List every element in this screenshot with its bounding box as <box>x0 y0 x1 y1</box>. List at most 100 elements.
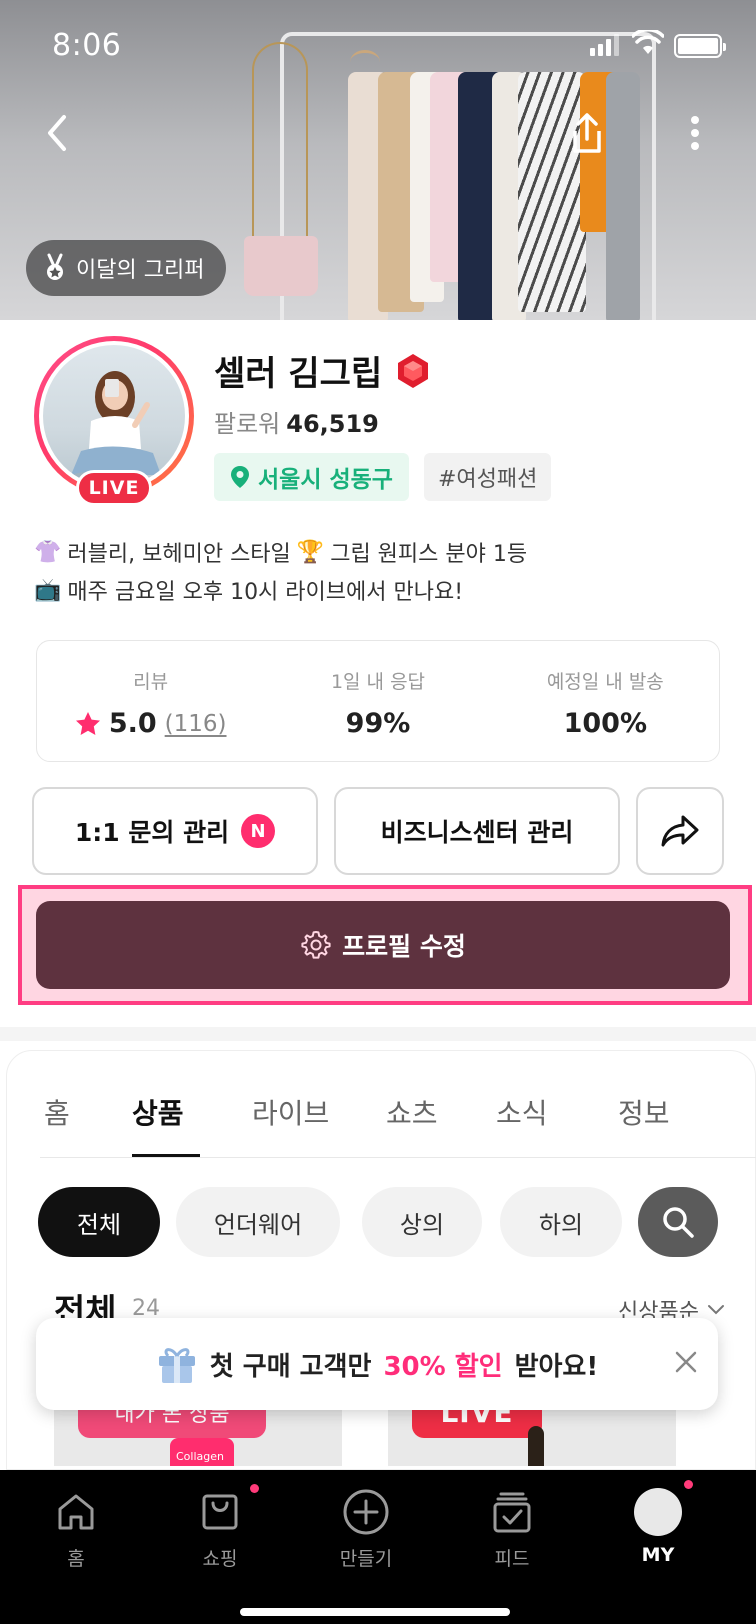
status-bar: 8:06 <box>0 0 756 90</box>
more-vertical-icon <box>691 116 699 150</box>
nav-create-label: 만들기 <box>339 1548 393 1570</box>
tab-home[interactable]: 홈 <box>44 1092 70 1132</box>
shopping-bag-icon <box>202 1494 238 1530</box>
share-upload-button[interactable] <box>562 108 612 158</box>
nav-my[interactable]: MY <box>608 1484 708 1566</box>
filter-tops[interactable]: 상의 <box>362 1187 482 1257</box>
new-badge: N <box>241 814 276 848</box>
business-center-label: 비즈니스센터 관리 <box>380 818 574 847</box>
tab-shorts[interactable]: 쇼츠 <box>386 1092 438 1132</box>
active-tab-indicator <box>132 1154 200 1157</box>
profile-tabs: 홈 상품 라이브 쇼츠 소식 정보 <box>40 1080 756 1158</box>
filter-underwear[interactable]: 언더웨어 <box>176 1187 340 1257</box>
medal-icon <box>47 253 63 280</box>
tv-emoji: 📺 <box>34 577 62 603</box>
inquiry-manage-label: 1:1 문의 관리 <box>74 818 230 847</box>
seller-stats-card: 리뷰 5.0 (116) 1일 내 응답 99% 예정일 내 발송 100% <box>36 640 720 762</box>
product-search-button[interactable] <box>638 1187 718 1257</box>
follower-count[interactable]: 팔로워 46,519 <box>214 404 379 439</box>
status-time: 8:06 <box>52 28 122 63</box>
toast-suffix: 받아요! <box>514 1351 599 1382</box>
product-image-text: Collagen <box>176 1450 224 1463</box>
tab-info[interactable]: 정보 <box>618 1092 670 1132</box>
monthly-gripper-badge[interactable]: 이달의 그리퍼 <box>26 240 227 296</box>
followers-label: 팔로워 <box>214 410 281 438</box>
product-image: Collagen <box>170 1438 234 1466</box>
ruby-grade-icon <box>398 353 429 388</box>
business-center-button[interactable]: 비즈니스센터 관리 <box>334 787 620 875</box>
followers-value: 46,519 <box>286 410 379 438</box>
stat-response-label: 1일 내 응답 <box>330 671 426 693</box>
filter-bottoms[interactable]: 하의 <box>500 1187 622 1257</box>
nav-home-label: 홈 <box>67 1548 85 1570</box>
plus-circle-icon <box>343 1489 389 1535</box>
filter-all[interactable]: 전체 <box>38 1187 160 1257</box>
more-button[interactable] <box>670 108 720 158</box>
stat-response: 1일 내 응답 99% <box>264 641 491 761</box>
bio-line-2: 📺 매주 금요일 오후 10시 라이브에서 만나요! <box>34 574 734 606</box>
tab-products[interactable]: 상품 <box>132 1092 184 1132</box>
edit-profile-highlight: 프로필 수정 <box>18 885 752 1005</box>
toast-close-button[interactable] <box>666 1342 706 1382</box>
search-icon <box>663 1207 694 1238</box>
shirt-emoji: 👚 <box>34 539 62 565</box>
signal-icon <box>590 34 620 56</box>
stat-review-label: 리뷰 <box>133 671 169 693</box>
back-button[interactable] <box>32 108 82 158</box>
trophy-emoji: 🏆 <box>296 539 325 565</box>
location-chip[interactable]: 서울시 성동구 <box>214 453 409 501</box>
nav-create[interactable]: 만들기 <box>316 1484 416 1571</box>
wifi-icon <box>632 30 664 54</box>
tab-news[interactable]: 소식 <box>496 1092 548 1132</box>
handbag-image <box>244 236 318 296</box>
toast-prefix: 첫 구매 고객만 <box>209 1351 372 1382</box>
inquiry-manage-button[interactable]: 1:1 문의 관리 N <box>32 787 318 875</box>
share-icon <box>573 113 601 153</box>
avatar-photo <box>43 345 185 487</box>
edit-profile-button[interactable]: 프로필 수정 <box>36 901 730 989</box>
bottom-navigation: 홈 쇼핑 만들기 피드 MY <box>0 1470 756 1624</box>
nav-feed[interactable]: 피드 <box>462 1484 562 1571</box>
seller-name-row: 셀러 김그립 <box>214 346 430 395</box>
bio-text-3: 매주 금요일 오후 10시 라이브에서 만나요! <box>67 580 464 605</box>
battery-icon <box>674 34 726 58</box>
live-badge[interactable]: LIVE <box>76 470 152 506</box>
stat-shipping-value: 100% <box>563 708 648 739</box>
stat-shipping: 예정일 내 발송 100% <box>492 641 719 761</box>
tab-live[interactable]: 라이브 <box>252 1092 329 1132</box>
forward-arrow-icon <box>661 815 699 847</box>
feed-icon <box>493 1492 531 1533</box>
chevron-left-icon <box>48 115 66 151</box>
seller-name: 셀러 김그립 <box>214 354 383 394</box>
stat-review-count-link[interactable]: (116) <box>165 711 227 737</box>
product-image <box>528 1426 544 1466</box>
bio-text-2: 그립 원피스 분야 1등 <box>330 542 528 567</box>
close-icon <box>675 1351 697 1373</box>
nav-shopping[interactable]: 쇼핑 <box>170 1484 270 1571</box>
nav-home[interactable]: 홈 <box>26 1484 126 1571</box>
bio-text-1: 러블리, 보헤미안 스타일 <box>67 542 291 567</box>
home-indicator <box>240 1608 510 1616</box>
first-purchase-toast[interactable]: 첫 구매 고객만 30% 할인 받아요! <box>36 1318 718 1410</box>
share-profile-button[interactable] <box>636 787 724 875</box>
notification-dot <box>684 1480 693 1489</box>
nav-feed-label: 피드 <box>494 1548 530 1570</box>
edit-profile-label: 프로필 수정 <box>342 932 466 961</box>
toast-discount: 30% 할인 <box>383 1351 503 1382</box>
gear-icon <box>301 931 331 959</box>
home-icon <box>58 1494 94 1530</box>
stat-shipping-label: 예정일 내 발송 <box>546 671 664 693</box>
location-label: 서울시 성동구 <box>258 467 393 493</box>
notification-dot <box>250 1484 259 1493</box>
category-tag-chip[interactable]: #여성패션 <box>424 453 552 501</box>
nav-my-label: MY <box>641 1544 675 1566</box>
section-divider <box>0 1027 756 1041</box>
stat-response-value: 99% <box>345 708 411 739</box>
location-pin-icon <box>231 466 249 488</box>
gift-icon <box>158 1348 195 1383</box>
nav-shopping-label: 쇼핑 <box>202 1548 238 1570</box>
stat-review[interactable]: 리뷰 5.0 (116) <box>37 641 264 761</box>
my-avatar-icon <box>634 1488 682 1536</box>
bio-line-1: 👚 러블리, 보헤미안 스타일 🏆 그립 원피스 분야 1등 <box>34 536 734 568</box>
star-icon <box>75 711 100 735</box>
